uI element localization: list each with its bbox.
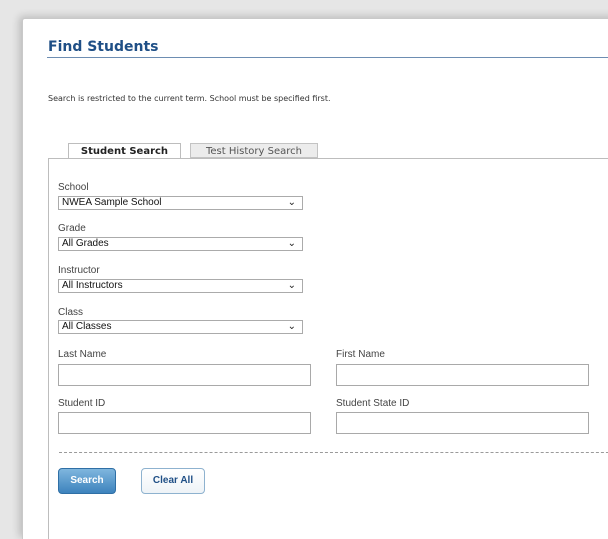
page-title: Find Students (48, 39, 159, 55)
chevron-down-icon: ⌄ (287, 321, 296, 332)
form-divider (59, 452, 608, 453)
title-divider (47, 57, 608, 58)
chevron-down-icon: ⌄ (287, 197, 296, 208)
student-id-field[interactable] (58, 412, 311, 434)
student-id-label: Student ID (58, 398, 106, 409)
first-name-label: First Name (336, 349, 385, 360)
grade-select[interactable]: All Grades ⌄ (58, 237, 303, 251)
chevron-down-icon: ⌄ (287, 280, 296, 291)
search-panel (48, 158, 608, 539)
class-select[interactable]: All Classes ⌄ (58, 320, 303, 334)
instructor-select[interactable]: All Instructors ⌄ (58, 279, 303, 293)
find-students-card: Find Students Search is restricted to th… (22, 18, 608, 539)
clear-all-button[interactable]: Clear All (141, 468, 205, 494)
last-name-field[interactable] (58, 364, 311, 386)
instructor-select-value: All Instructors (62, 280, 123, 291)
tab-test-history-search[interactable]: Test History Search (190, 143, 318, 158)
school-select[interactable]: NWEA Sample School ⌄ (58, 196, 303, 210)
grade-label: Grade (58, 223, 86, 234)
grade-select-value: All Grades (62, 238, 109, 249)
class-select-value: All Classes (62, 321, 112, 332)
tab-student-search[interactable]: Student Search (68, 143, 181, 159)
search-button[interactable]: Search (58, 468, 116, 494)
first-name-field[interactable] (336, 364, 589, 386)
student-state-id-label: Student State ID (336, 398, 410, 409)
school-label: School (58, 182, 89, 193)
instructor-label: Instructor (58, 265, 100, 276)
student-state-id-field[interactable] (336, 412, 589, 434)
class-label: Class (58, 307, 84, 318)
last-name-label: Last Name (58, 349, 107, 360)
chevron-down-icon: ⌄ (287, 238, 296, 249)
school-select-value: NWEA Sample School (62, 197, 162, 208)
search-info-text: Search is restricted to the current term… (48, 94, 331, 103)
